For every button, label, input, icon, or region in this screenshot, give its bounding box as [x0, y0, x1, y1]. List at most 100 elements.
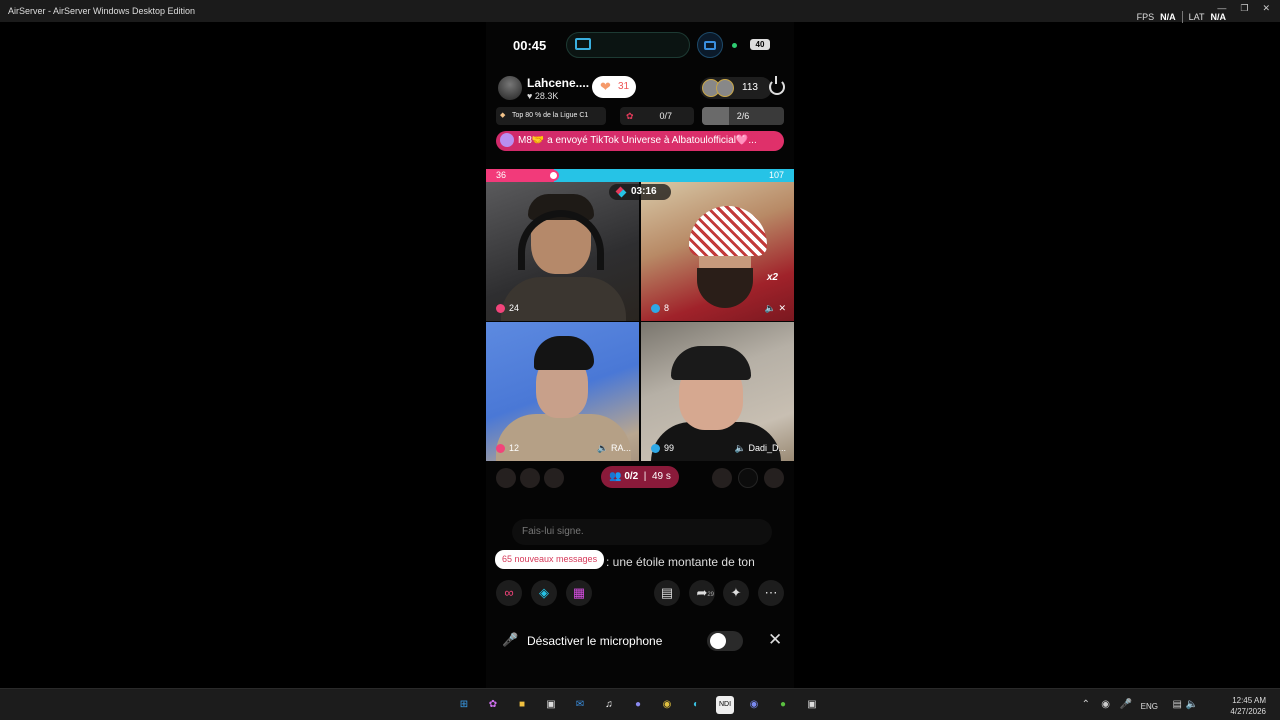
battle-timer-text: 03:16: [631, 186, 657, 197]
guest-video-2[interactable]: x2 8 🔈 ✕: [641, 182, 794, 321]
team-blue-icon: [651, 444, 660, 453]
guest-score-3: 12: [496, 443, 519, 453]
guest-slot-avatar[interactable]: [520, 468, 540, 488]
speaker-icon: 🔈: [597, 443, 609, 453]
apps-grid-icon[interactable]: ▦: [566, 580, 592, 606]
more-options-icon[interactable]: ⋯: [758, 580, 784, 606]
file-explorer-icon[interactable]: ■: [513, 696, 531, 714]
mic-label: Désactiver le microphone: [527, 634, 663, 648]
battle-timer: 03:16: [609, 184, 671, 200]
edge-icon[interactable]: ◐: [687, 696, 705, 714]
host-avatar[interactable]: [498, 76, 522, 100]
close-icon[interactable]: ✕: [768, 630, 782, 650]
guest-slot-avatar[interactable]: [764, 468, 784, 488]
link-icon[interactable]: ∞: [496, 580, 522, 606]
rose-goal-pill[interactable]: ✿ 0/7: [620, 107, 694, 125]
host-name[interactable]: Lahcene....: [527, 76, 589, 90]
guest-score-value: 24: [509, 303, 520, 313]
store-icon[interactable]: ▣: [542, 696, 560, 714]
battery-indicator: 40: [750, 39, 770, 50]
microphone-tray-icon[interactable]: 🎤: [1120, 699, 1132, 710]
progress-pill[interactable]: 2/6: [702, 107, 784, 125]
rose-icon: ✿: [626, 111, 634, 121]
window-controls: — ❐ ✕: [1217, 3, 1270, 14]
clock[interactable]: 12:45 AM 4/27/2026: [1222, 695, 1266, 717]
rose-goal-text: 0/7: [659, 111, 672, 121]
mic-off-icon: 🎤: [502, 632, 519, 647]
ndi-icon[interactable]: NDI: [716, 696, 734, 714]
battle-score-bar: 36 107: [486, 169, 794, 182]
diamond-icon: ◆: [500, 112, 506, 119]
tiktok-icon[interactable]: ♫: [600, 696, 618, 714]
close-window-icon[interactable]: ✕: [1262, 3, 1270, 14]
league-rank-text: Top 80 % de la Ligue C1: [512, 112, 589, 119]
stats-divider: [1181, 11, 1183, 23]
start-icon[interactable]: ⊞: [455, 696, 473, 714]
guest-video-4[interactable]: 99 🔈 Dadi_D...: [641, 322, 794, 461]
clock-time: 12:45 AM: [1232, 696, 1266, 705]
chevron-up-icon[interactable]: ⌃: [1082, 699, 1090, 710]
discord-tray-icon[interactable]: ◉: [1101, 699, 1110, 710]
invite-guests-button[interactable]: 👥 0/2 | 49 s: [601, 466, 679, 488]
volume-icon[interactable]: 🔈: [1186, 699, 1198, 710]
app-icon[interactable]: ●: [774, 696, 792, 714]
guest-video-3[interactable]: 12 🔈 RA...: [486, 322, 639, 461]
network-icon[interactable]: ▤: [1173, 699, 1182, 710]
guest-headscarf: [689, 206, 767, 256]
live-toolbar: ∞ ◈ ▦ ▤ ➦ 29 ✦ ⋯: [486, 580, 794, 608]
guest-slot-avatar[interactable]: [544, 468, 564, 488]
status-time: 00:45: [513, 38, 547, 53]
discord-icon[interactable]: ◉: [745, 696, 763, 714]
taskbar: ⊞ ✿ ■ ▣ ✉ ♫ ● ◉ ◐ NDI ◉ ● ▣ ⌃ ◉ 🎤 ENG ▤ …: [0, 688, 1280, 720]
guest-name-4: 🔈 Dadi_D...: [735, 443, 786, 454]
window-title-bar: AirServer - AirServer Windows Desktop Ed…: [0, 0, 1280, 23]
restore-icon[interactable]: ❐: [1240, 3, 1248, 14]
guest-name: RA...: [610, 443, 631, 453]
gift-banner-text: M8🤝 a envoyé TikTok Universe à Albatoulo…: [518, 135, 757, 146]
language-indicator[interactable]: ENG: [1141, 702, 1158, 711]
chat-ticker: : une étoile montante de ton: [606, 555, 755, 569]
speaker-icon: 🔈: [734, 443, 746, 453]
battle-bar-knob: [547, 170, 559, 181]
guest-slot-avatar[interactable]: [712, 468, 732, 488]
teams-icon[interactable]: ●: [629, 696, 647, 714]
guest-video-1[interactable]: 24: [486, 182, 639, 321]
screen-mirroring-icon: [704, 41, 716, 50]
battle-icon: [615, 186, 627, 198]
gift-multiplier: x2: [766, 272, 778, 283]
share-icon[interactable]: ➦ 29: [689, 580, 715, 606]
team-blue-icon: [651, 304, 660, 313]
progress-text: 2/6: [736, 111, 750, 121]
window-title: AirServer - AirServer Windows Desktop Ed…: [8, 6, 196, 16]
airserver-icon[interactable]: ▣: [803, 696, 821, 714]
chrome-icon[interactable]: ◉: [658, 696, 676, 714]
gift-banner[interactable]: M8🤝 a envoyé TikTok Universe à Albatoulo…: [496, 131, 784, 151]
guest-slot-avatar[interactable]: [496, 468, 516, 488]
lat-label: LAT: [1188, 12, 1205, 22]
host-likes-value: 28.3K: [534, 91, 559, 101]
mic-toggle[interactable]: [707, 631, 743, 651]
copilot-icon[interactable]: ✿: [484, 696, 502, 714]
outlook-icon[interactable]: ✉: [571, 696, 589, 714]
video-clip-icon[interactable]: ▤: [654, 580, 680, 606]
power-icon[interactable]: [769, 76, 785, 95]
follow-heart-button[interactable]: ❤ 31: [592, 76, 636, 98]
magic-wand-icon[interactable]: ✦: [723, 580, 749, 606]
guest-score-value: 12: [509, 443, 520, 453]
share-count: 29: [707, 592, 714, 598]
top-viewers[interactable]: 113: [700, 77, 772, 99]
gift-sender-avatar: [500, 133, 514, 147]
microphone-bar: 🎤 Désactiver le microphone ✕: [486, 627, 794, 655]
phone-screen: 00:45 40 Lahcene.... ♥ 28.3K ❤ 31 113 ◆ To…: [486, 22, 794, 688]
guest-beard: [697, 268, 753, 308]
minimize-icon[interactable]: —: [1217, 3, 1226, 14]
guest-score-2: 8: [651, 303, 669, 313]
guest-score-4: 99: [651, 443, 674, 453]
guest-slot-avatar[interactable]: [738, 468, 758, 488]
host-likes: ♥ 28.3K: [527, 91, 559, 101]
battle-match-icon[interactable]: ◈: [531, 580, 557, 606]
guest-audio-icon: 🔈 ✕: [764, 303, 786, 313]
guest-name: Dadi_D...: [748, 443, 786, 453]
new-messages-button[interactable]: 65 nouveaux messages: [495, 550, 605, 569]
league-rank-pill[interactable]: ◆ Top 80 % de la Ligue C1: [496, 107, 606, 125]
